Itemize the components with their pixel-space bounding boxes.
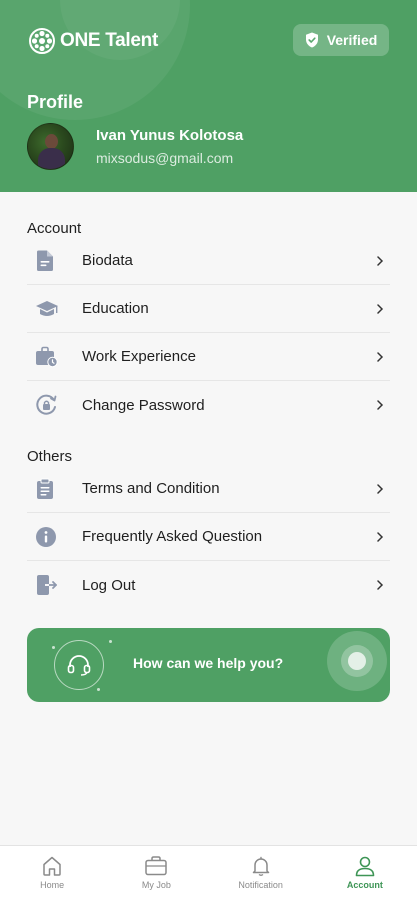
clipboard-icon [27,465,69,513]
tab-label: My Job [141,880,171,890]
info-icon [27,513,69,561]
chevron-right-icon [370,531,390,543]
menu-item-terms[interactable]: Terms and Condition [27,465,390,513]
chevron-right-icon [370,255,390,267]
others-menu: Terms and Condition Frequently Asked Que… [27,465,390,609]
menu-item-label: Change Password [82,396,205,414]
user-email: mixsodus@gmail.com [96,150,234,166]
menu-item-biodata[interactable]: Biodata [27,237,390,285]
chevron-right-icon [370,351,390,363]
graduation-cap-icon [27,285,69,333]
profile-header: ONE Talent Verified Profile Ivan Yunus K… [0,0,417,192]
tab-account[interactable]: Account [313,846,417,900]
menu-item-label: Work Experience [82,348,196,365]
bottom-tab-bar: Home My Job Notification Account [0,845,417,900]
password-reset-icon [27,381,69,429]
chevron-right-icon [370,303,390,315]
tab-label: Notification [238,880,283,890]
logout-icon [27,561,69,609]
page-title: Profile [27,92,84,112]
user-icon [355,856,375,877]
menu-item-work-experience[interactable]: Work Experience [27,333,390,381]
menu-item-label: Terms and Condition [82,480,220,497]
briefcase-icon [145,856,168,876]
avatar-body [38,148,65,169]
tab-label: Home [40,880,65,890]
others-section-title: Others [27,448,73,465]
verified-label: Verified [326,32,378,48]
tab-my-job[interactable]: My Job [104,846,208,900]
bell-icon [252,856,269,876]
headset-icon [54,640,104,690]
decoration-dot [52,646,55,649]
account-section-title: Account [27,220,82,237]
menu-item-label: Education [82,300,149,317]
chevron-right-icon [370,483,390,495]
chevron-right-icon [370,399,390,411]
logo-text: ONE Talent [60,30,158,51]
menu-item-education[interactable]: Education [27,285,390,333]
menu-item-logout[interactable]: Log Out [27,561,390,609]
help-decoration-dot [348,652,366,670]
verified-badge[interactable]: Verified [293,24,389,56]
user-name: Ivan Yunus Kolotosa [96,127,244,144]
tab-home[interactable]: Home [0,846,104,900]
decoration-dot [97,688,100,691]
menu-item-change-password[interactable]: Change Password [27,381,390,429]
home-icon [43,856,61,876]
menu-item-label: Log Out [82,576,136,594]
help-label: How can we help you? [133,655,284,671]
document-icon [27,237,69,285]
menu-item-label: Biodata [82,252,133,269]
menu-item-label: Frequently Asked Question [82,528,263,545]
account-menu: Biodata Education Work Experience Change… [27,237,390,429]
tab-notification[interactable]: Notification [209,846,313,900]
chevron-right-icon [370,579,390,591]
one-talent-logo-icon [29,28,55,54]
tab-label: Account [346,880,383,890]
shield-check-icon [305,32,318,48]
help-card[interactable]: How can we help you? [27,628,390,702]
avatar[interactable] [27,123,74,170]
briefcase-clock-icon [27,333,69,381]
avatar-head [45,134,58,149]
menu-item-faq[interactable]: Frequently Asked Question [27,513,390,561]
app-logo: ONE Talent [29,28,158,54]
decoration-dot [109,640,112,643]
